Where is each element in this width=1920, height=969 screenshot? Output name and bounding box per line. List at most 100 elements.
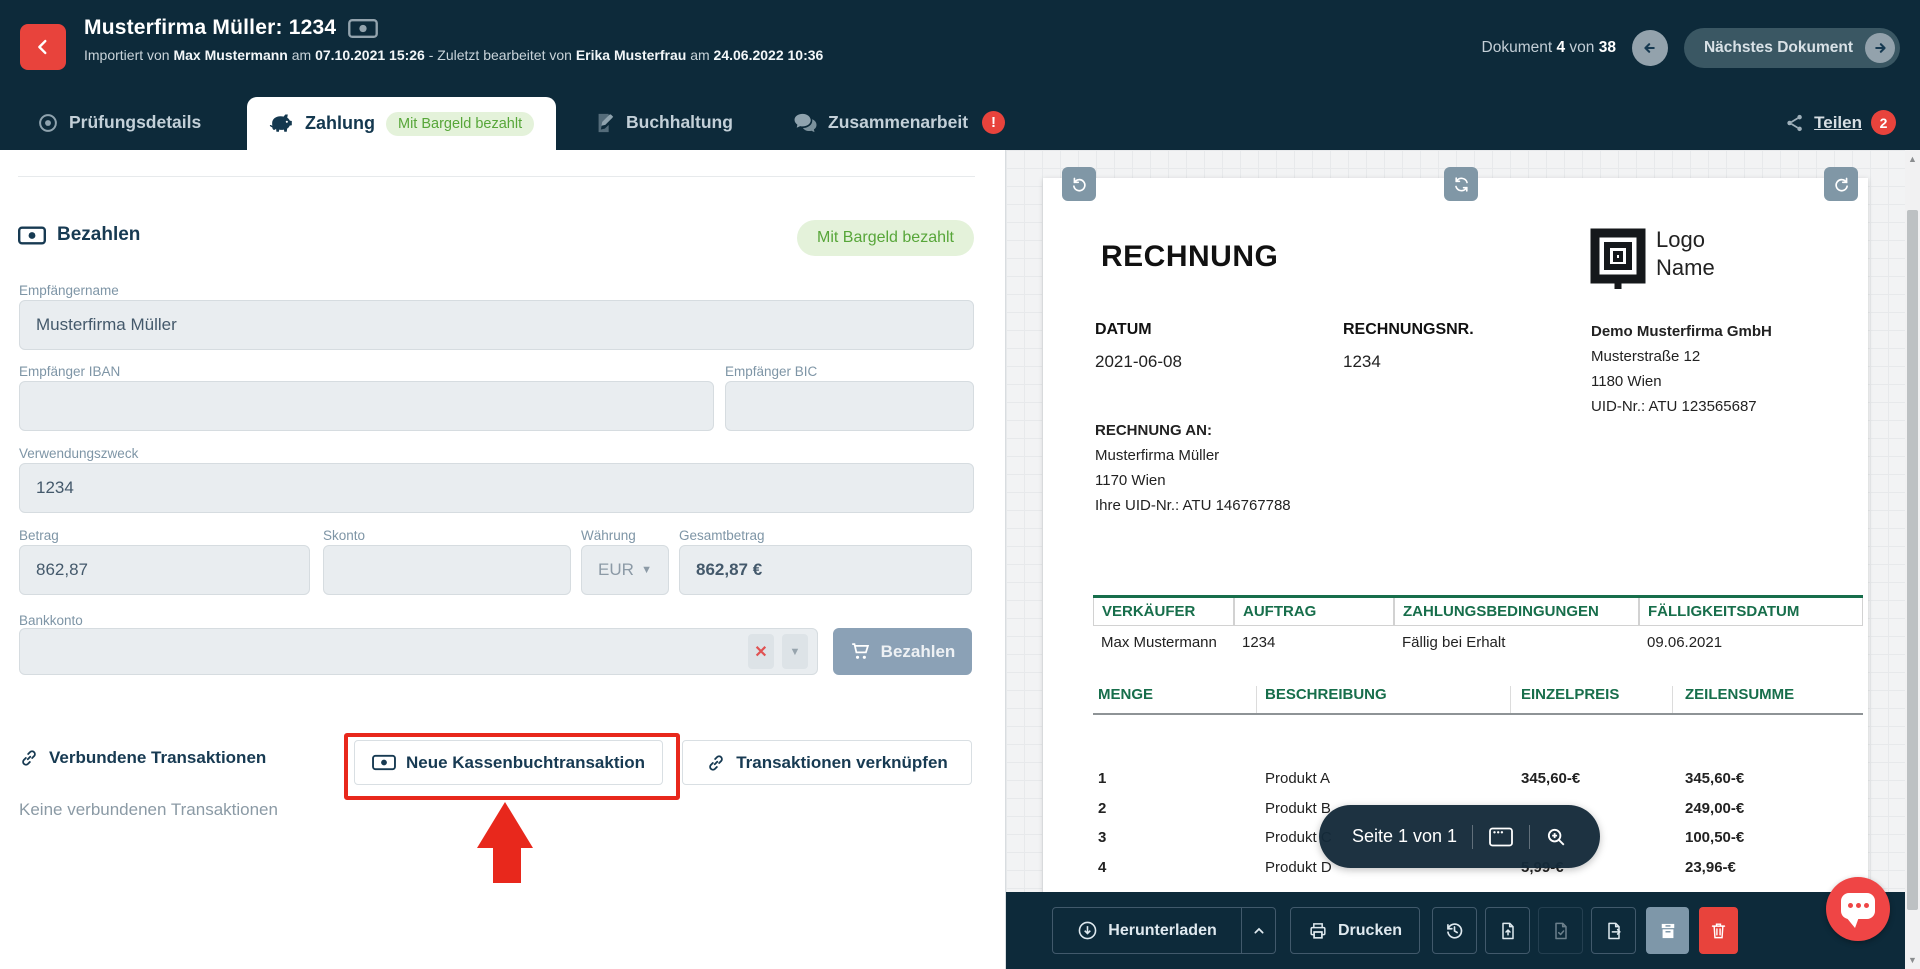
next-document-button[interactable]: Nächstes Dokument [1684, 28, 1900, 68]
bic-label: Empfänger BIC [725, 364, 817, 379]
invoice-items-header: MENGE BESCHREIBUNG EINZELPREIS ZEILENSUM… [1093, 686, 1863, 713]
document-check-icon [1551, 921, 1571, 941]
document-meta-line: Importiert von Max Mustermann am 07.10.2… [84, 47, 823, 63]
discount-input[interactable] [323, 545, 571, 595]
document-export-icon [1604, 921, 1624, 941]
chain-link-icon [19, 748, 39, 768]
page-view-icon[interactable] [1488, 826, 1514, 848]
seller-address-block: Demo Musterfirma GmbH Musterstraße 12 11… [1591, 319, 1772, 419]
discount-label: Skonto [323, 528, 365, 543]
share-icon [1785, 113, 1805, 133]
previous-document-button[interactable] [1632, 30, 1668, 66]
bookkeeping-pencil-icon [594, 112, 616, 134]
vertical-scrollbar[interactable]: ▲ ▼ [1905, 150, 1920, 969]
bank-account-dropdown-button[interactable]: ▼ [782, 634, 808, 669]
printer-icon [1308, 921, 1328, 941]
upload-document-button[interactable] [1485, 907, 1530, 954]
new-cashbook-transaction-button[interactable]: Neue Kassenbuchtransaktion [354, 740, 663, 785]
document-title-block: Musterfirma Müller: 1234 Importiert von … [84, 16, 823, 63]
x-clear-icon: ✕ [754, 642, 767, 662]
back-button[interactable] [20, 24, 66, 70]
annotation-arrow-stem [493, 847, 521, 883]
iban-label: Empfänger IBAN [19, 364, 120, 379]
history-icon [1444, 920, 1465, 941]
payment-panel: Bezahlen Mit Bargeld bezahlt Empfängerna… [0, 150, 1005, 969]
paid-cash-status-badge: Mit Bargeld bezahlt [797, 220, 974, 256]
download-icon [1077, 920, 1098, 941]
divider [1472, 825, 1473, 849]
validate-document-button[interactable] [1538, 907, 1583, 954]
archive-button[interactable] [1646, 907, 1689, 954]
chat-bubble-icon [1841, 893, 1875, 919]
export-document-button[interactable] [1591, 907, 1636, 954]
bank-account-field: ✕ ▼ [19, 628, 818, 675]
download-options-button[interactable] [1242, 907, 1276, 954]
chevron-up-icon [1251, 923, 1267, 939]
chevron-down-icon: ▼ [641, 564, 652, 576]
document-upload-icon [1498, 921, 1518, 941]
rotate-left-button[interactable] [1062, 167, 1096, 201]
invoice-title: RECHNUNG [1101, 240, 1278, 274]
purpose-input[interactable] [19, 463, 974, 513]
bank-account-label: Bankkonto [19, 613, 83, 628]
page-indicator-toolbar: Seite 1 von 1 [1319, 805, 1600, 868]
next-document-label: Nächstes Dokument [1704, 39, 1853, 57]
tab-pruefungsdetails[interactable]: Prüfungsdetails [37, 95, 201, 150]
zoom-in-icon[interactable] [1545, 826, 1567, 848]
recipient-name-label: Empfängername [19, 283, 119, 298]
history-button[interactable] [1432, 907, 1477, 954]
document-preview-panel: RECHNUNG Logo Name DATUM 2021-06-08 RECH… [1005, 150, 1920, 969]
scrollbar-thumb[interactable] [1907, 210, 1918, 910]
banknote-icon [348, 18, 378, 39]
invoice-date-value: 2021-06-08 [1095, 352, 1182, 372]
rotate-right-icon [1832, 175, 1851, 194]
rotate-180-button[interactable] [1444, 167, 1478, 201]
piggy-bank-icon [269, 113, 294, 134]
trash-icon [1709, 921, 1728, 940]
invoice-number-label: RECHNUNGSNR. [1343, 321, 1474, 339]
invoice-number-value: 1234 [1343, 352, 1381, 372]
items-header-underline [1093, 713, 1863, 715]
document-actions-toolbar: Herunterladen Drucken [1006, 892, 1920, 969]
bic-input[interactable] [725, 381, 974, 431]
tab-zahlung[interactable]: Zahlung Mit Bargeld bezahlt [247, 97, 556, 150]
bank-account-select[interactable] [19, 628, 818, 675]
purpose-label: Verwendungszweck [19, 446, 138, 461]
total-label: Gesamtbetrag [679, 528, 765, 543]
scroll-down-icon[interactable]: ▼ [1905, 955, 1920, 965]
rotate-right-button[interactable] [1824, 167, 1858, 201]
archive-icon [1658, 921, 1678, 941]
clear-bank-account-button[interactable]: ✕ [748, 634, 774, 669]
no-transactions-text: Keine verbundenen Transaktionen [19, 800, 278, 820]
chain-link-icon [706, 753, 726, 773]
amount-input[interactable] [19, 545, 310, 595]
chevron-left-icon [32, 36, 54, 58]
recipient-name-input[interactable] [19, 300, 974, 350]
arrow-right-icon [1865, 33, 1895, 63]
page-indicator: Seite 1 von 1 [1352, 826, 1457, 847]
company-logo-icon [1590, 228, 1646, 290]
link-transactions-button[interactable]: Transaktionen verknüpfen [682, 740, 972, 785]
tab-buchhaltung[interactable]: Buchhaltung [594, 95, 733, 150]
share-button[interactable]: Teilen 2 [1785, 95, 1896, 150]
arrow-left-icon [1640, 38, 1660, 58]
divider [18, 176, 975, 177]
scroll-up-icon[interactable]: ▲ [1905, 154, 1920, 164]
tab-zusammenarbeit[interactable]: Zusammenarbeit ! [793, 95, 1005, 150]
banknote-icon [372, 754, 396, 771]
support-chat-button[interactable] [1826, 877, 1890, 941]
banknote-icon [18, 226, 46, 245]
download-button[interactable]: Herunterladen [1052, 907, 1242, 954]
divider [1529, 825, 1530, 849]
connected-transactions-link[interactable]: Verbundene Transaktionen [19, 748, 266, 768]
amount-label: Betrag [19, 528, 59, 543]
delete-button[interactable] [1699, 907, 1738, 954]
pay-button[interactable]: Bezahlen [833, 628, 972, 675]
currency-select[interactable]: EUR ▼ [581, 545, 669, 595]
pay-section-heading: Bezahlen [18, 224, 140, 246]
tab-bar: Prüfungsdetails Zahlung Mit Bargeld beza… [0, 95, 1920, 150]
share-count-badge: 2 [1871, 110, 1896, 135]
print-button[interactable]: Drucken [1290, 907, 1420, 954]
document-counter: Dokument 4 von 38 [1482, 39, 1616, 57]
iban-input[interactable] [19, 381, 714, 431]
